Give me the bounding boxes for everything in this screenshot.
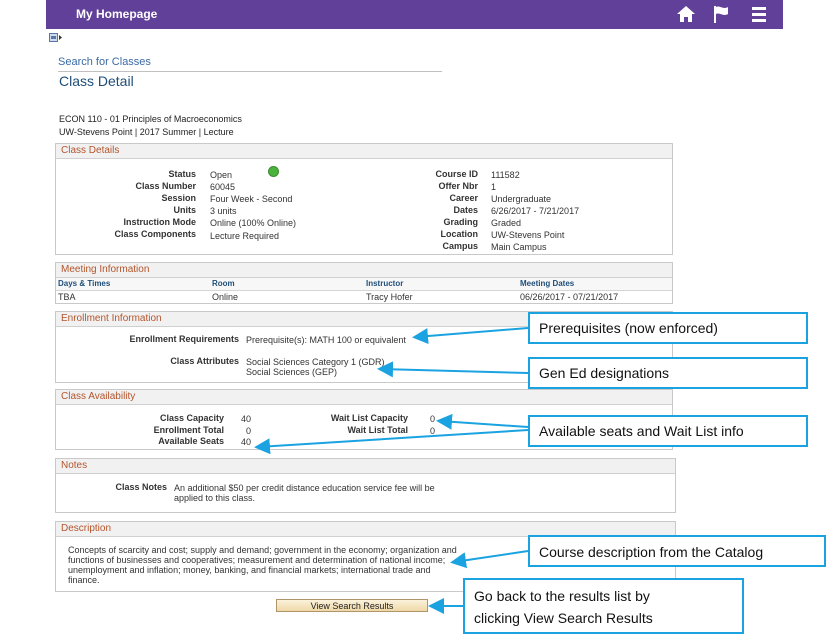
arrow-prerequisites: [412, 327, 529, 345]
arrow-gen-ed: [377, 361, 529, 378]
arrow-wait-list: [436, 413, 529, 430]
arrow-description: [450, 550, 529, 569]
arrow-available-seats: [254, 429, 529, 455]
callout-arrows: [254, 327, 529, 614]
